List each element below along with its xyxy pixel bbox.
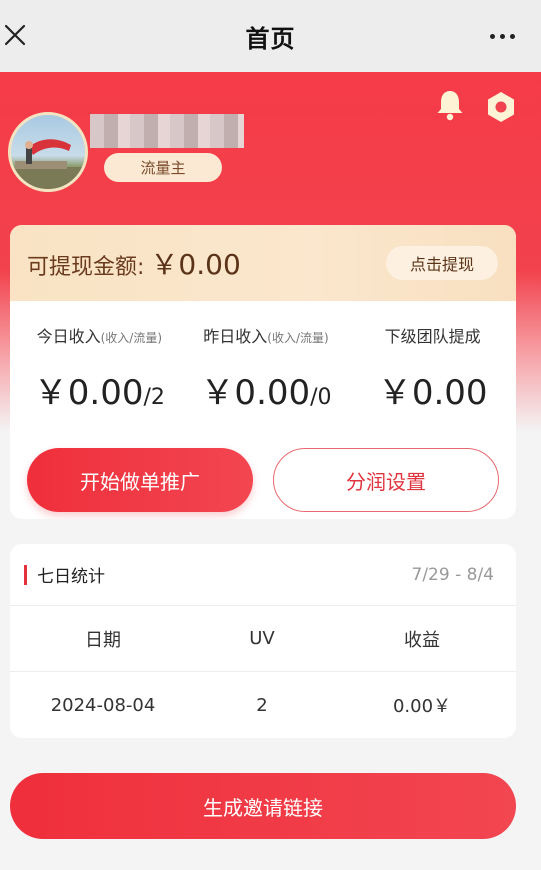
cell-earnings: 0.00￥	[392, 696, 452, 717]
balance-bar: 可提现金额: ￥0.00 点击提现	[10, 225, 516, 301]
nav-bar: 首页	[0, 0, 541, 72]
stat-value: ￥0.00	[377, 373, 488, 413]
username-masked	[90, 114, 244, 148]
more-icon[interactable]	[490, 34, 515, 39]
avatar[interactable]	[8, 112, 88, 192]
page-title: 首页	[245, 24, 296, 53]
start-promotion-button[interactable]: 开始做单推广	[27, 448, 253, 512]
role-badge: 流量主	[104, 153, 222, 182]
stat-label: 下级团队提成	[384, 327, 481, 346]
generate-invite-link-button[interactable]: 生成邀请链接	[10, 773, 516, 839]
stat-today: 今日收入(收入/流量) ￥0.00/2	[10, 323, 183, 414]
weekly-stats-header: 七日统计 7/29 - 8/4	[10, 544, 516, 606]
stat-yesterday: 昨日收入(收入/流量) ￥0.00/0	[183, 323, 350, 414]
table-row: 2024-08-04 2 0.00￥	[10, 672, 516, 738]
weekly-stats-card: 七日统计 7/29 - 8/4 日期 UV 收益 2024-08-04 2 0.…	[10, 544, 516, 738]
action-buttons: 开始做单推广 分润设置	[10, 414, 516, 512]
stat-label: 昨日收入(收入/流量)	[203, 327, 329, 346]
cell-uv: 2	[256, 694, 268, 716]
cell-date: 2024-08-04	[50, 694, 156, 716]
title-accent-bar	[24, 564, 27, 585]
balance-label: 可提现金额:	[27, 255, 145, 280]
column-header-uv: UV	[249, 628, 275, 649]
stat-value: ￥0.00/0	[200, 373, 332, 413]
column-header-earnings: 收益	[404, 629, 440, 651]
stat-label: 今日收入(收入/流量)	[36, 327, 163, 346]
table-header-row: 日期 UV 收益	[10, 606, 516, 672]
column-header-date: 日期	[85, 629, 121, 651]
settings-icon[interactable]	[484, 90, 518, 124]
bell-icon[interactable]	[435, 88, 465, 122]
stat-team: 下级团队提成 ￥0.00	[349, 323, 516, 414]
income-stats: 今日收入(收入/流量) ￥0.00/2 昨日收入(收入/流量) ￥0.00/0 …	[10, 301, 516, 414]
withdraw-button[interactable]: 点击提现	[386, 246, 498, 280]
stat-value: ￥0.00/2	[33, 373, 165, 413]
earnings-card: 可提现金额: ￥0.00 点击提现 今日收入(收入/流量) ￥0.00/2 昨日…	[10, 225, 516, 519]
balance-value: ￥0.00	[150, 248, 241, 281]
close-icon[interactable]	[2, 22, 28, 48]
weekly-stats-title: 七日统计	[37, 567, 105, 587]
profit-settings-button[interactable]: 分润设置	[273, 448, 499, 512]
date-range: 7/29 - 8/4	[411, 564, 494, 585]
